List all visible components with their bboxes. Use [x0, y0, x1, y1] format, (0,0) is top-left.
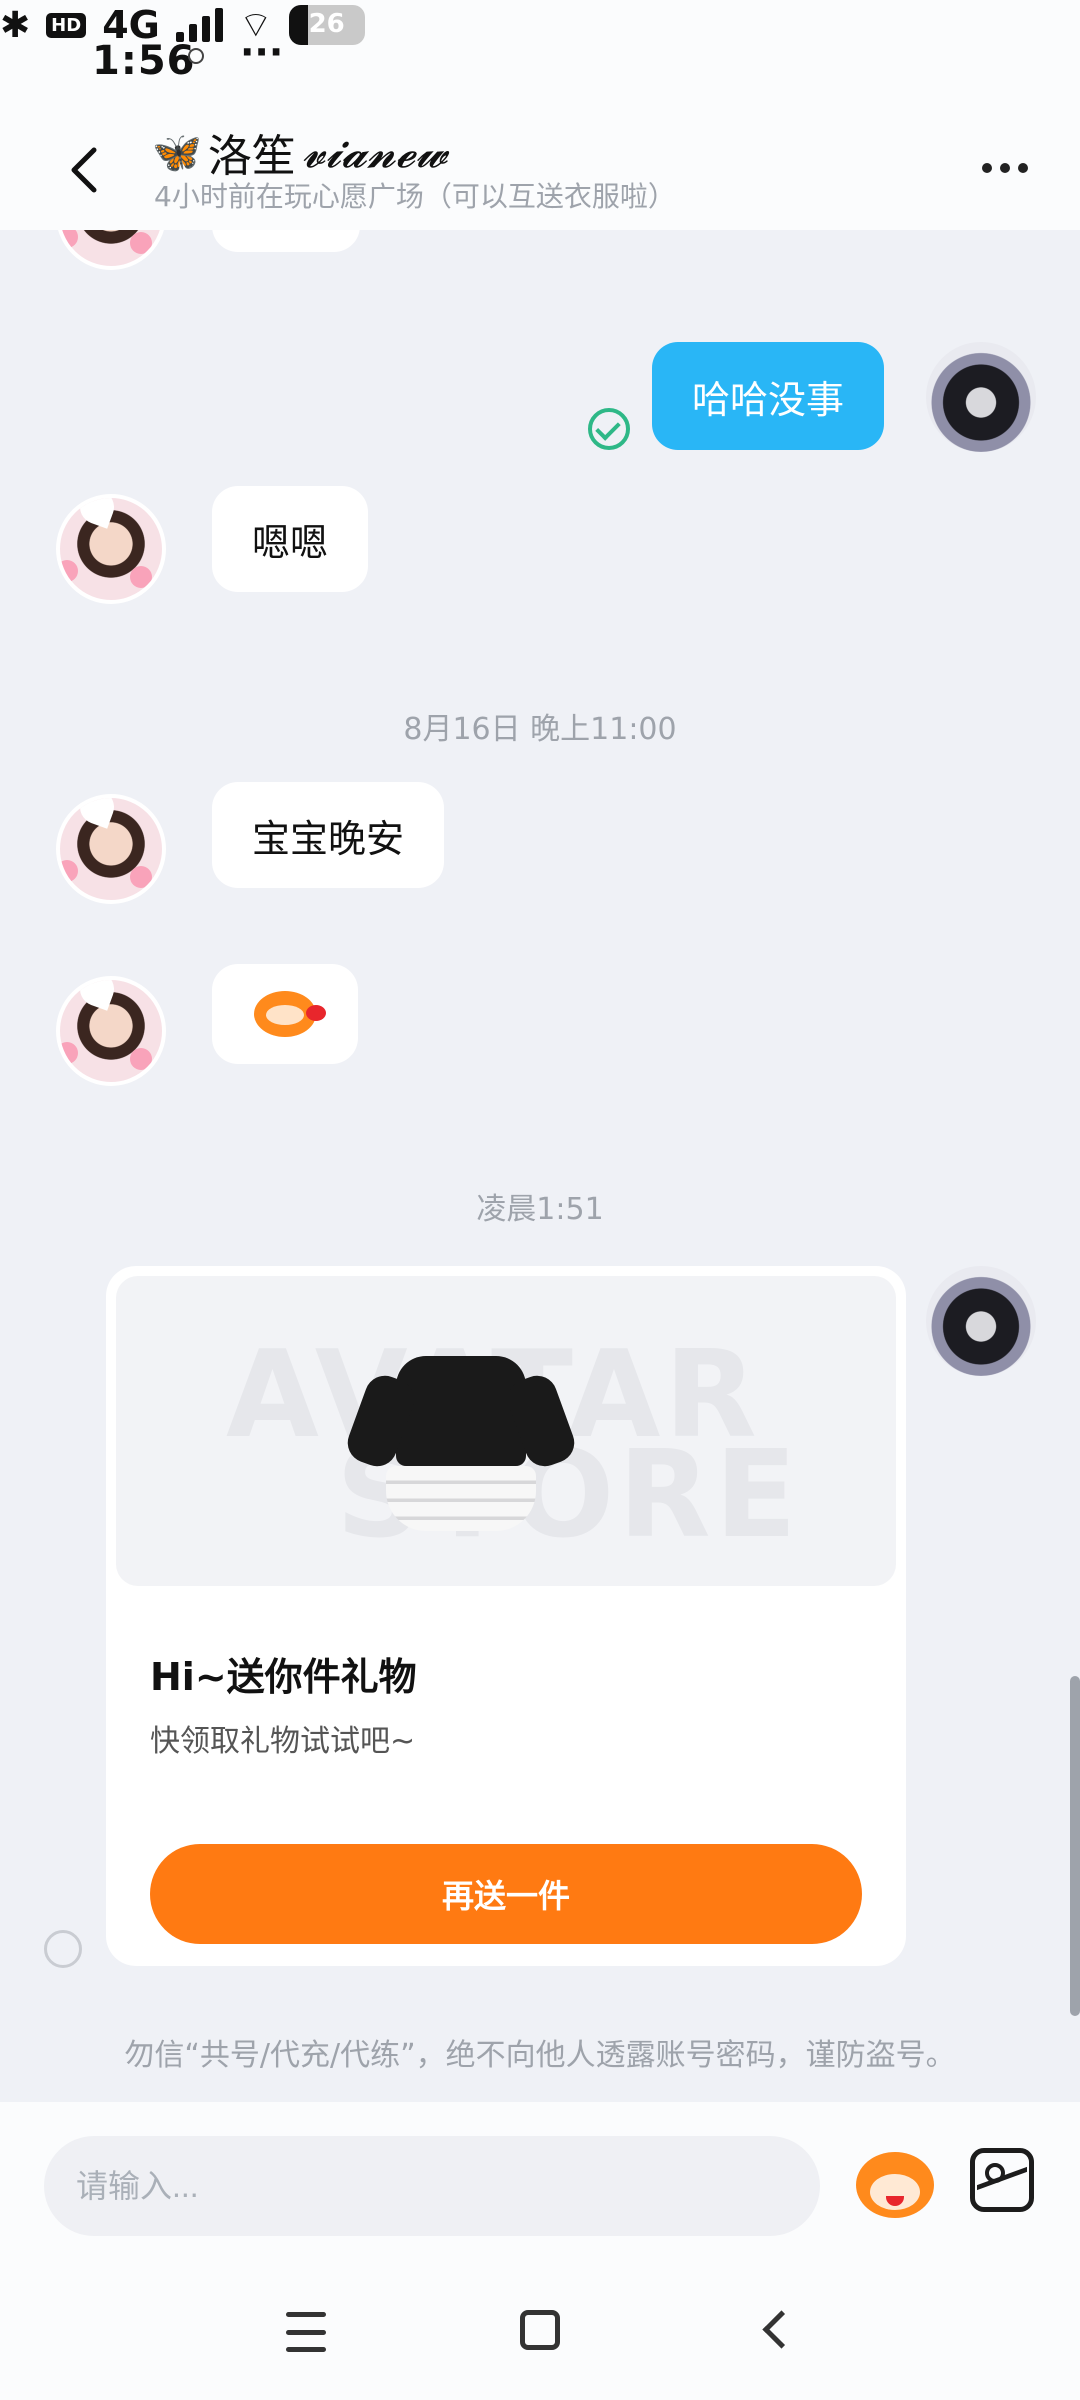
chat-area[interactable]: 哈哈没事 嗯嗯 8月16日 晚上11:00 宝宝晚安 凌晨1:51 AVATAR… — [0, 230, 1080, 2100]
battery-level: 26 — [308, 9, 345, 39]
butterfly-icon: 🦋 — [152, 129, 202, 176]
message-bubble-partial — [212, 230, 360, 252]
contact-status: 4小时前在玩心愿广场（可以互送衣服啦） — [154, 180, 676, 213]
home-button[interactable] — [520, 2310, 560, 2350]
recent-apps-button[interactable] — [286, 2312, 326, 2352]
chat-header: 🦋 洛笙 𝓿𝓲𝓪𝓷𝓮𝔀 4小时前在玩心愿广场（可以互送衣服啦） — [0, 120, 1080, 230]
input-bar — [0, 2102, 1080, 2282]
message-text: 哈哈没事 — [692, 377, 845, 422]
chevron-left-icon — [71, 147, 97, 193]
send-another-gift-button[interactable]: 再送一件 — [150, 1844, 862, 1944]
system-nav-bar — [0, 2282, 1080, 2400]
notification-indicator-icon — [188, 48, 204, 64]
message-input[interactable] — [44, 2136, 820, 2236]
gift-title: Hi~送你件礼物 — [150, 1655, 417, 1699]
time-divider: 8月16日 晚上11:00 — [403, 712, 677, 747]
sticker-icon — [856, 2152, 934, 2218]
contact-avatar[interactable] — [56, 230, 166, 270]
image-icon[interactable] — [970, 2148, 1034, 2212]
contact-avatar[interactable] — [56, 794, 166, 904]
battery-icon: 26 — [288, 5, 365, 45]
back-button[interactable] — [52, 132, 122, 202]
message-text: 宝宝晚安 — [252, 816, 405, 861]
status-bar: 1:56 ··· ✱ HD 4G ⌔ 26 — [0, 0, 1080, 120]
contact-avatar[interactable] — [56, 976, 166, 1086]
sticker-message[interactable] — [212, 964, 358, 1064]
time-divider: 凌晨1:51 — [476, 1192, 604, 1227]
my-avatar[interactable] — [926, 1266, 1036, 1376]
gift-subtitle: 快领取礼物试试吧~ — [150, 1724, 416, 1759]
status-time: 1:56 — [92, 38, 196, 84]
my-avatar[interactable] — [926, 342, 1036, 452]
gift-image: AVATAR STORE — [116, 1276, 896, 1586]
outfit-image — [386, 1356, 536, 1531]
more-notifications-icon: ··· — [240, 30, 284, 74]
message-text: 嗯嗯 — [252, 520, 329, 565]
more-options-button[interactable] — [970, 138, 1040, 198]
system-back-button[interactable] — [756, 2310, 792, 2354]
scrollbar[interactable] — [1070, 1676, 1080, 2016]
message-bubble-received[interactable]: 嗯嗯 — [212, 486, 369, 592]
select-message-radio[interactable] — [44, 1930, 82, 1968]
contact-name-script: 𝓿𝓲𝓪𝓷𝓮𝔀 — [301, 126, 448, 178]
security-warning: 勿信“共号/代充/代练”，绝不向他人透露账号密码，谨防盗号。 — [124, 2038, 956, 2073]
bluetooth-icon: ✱ — [0, 4, 31, 46]
message-bubble-received[interactable]: 宝宝晚安 — [212, 782, 445, 888]
message-bubble-sent[interactable]: 哈哈没事 — [652, 342, 885, 450]
contact-avatar[interactable] — [56, 494, 166, 604]
sticker-kiss-icon — [254, 991, 326, 1037]
gift-card[interactable]: AVATAR STORE Hi~送你件礼物 快领取礼物试试吧~ 再送一件 — [106, 1266, 906, 1966]
sticker-button[interactable] — [852, 2138, 938, 2224]
read-check-icon — [588, 408, 630, 450]
signal-icon — [175, 8, 223, 42]
hd-badge: HD — [46, 12, 87, 38]
